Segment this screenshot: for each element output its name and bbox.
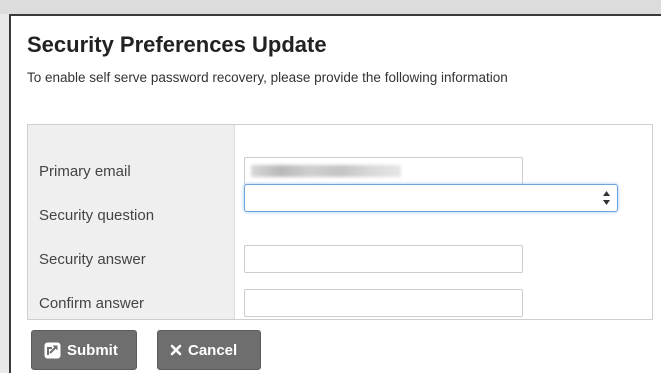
security-preferences-dialog: Security Preferences Update To enable se… <box>9 14 661 373</box>
confirm-answer-field[interactable] <box>244 289 523 317</box>
security-answer-label: Security answer <box>39 251 146 268</box>
redacted-email-value <box>251 165 401 177</box>
confirm-answer-label: Confirm answer <box>39 295 145 312</box>
dialog-subtitle: To enable self serve password recovery, … <box>27 70 508 85</box>
cancel-label: Cancel <box>188 341 238 359</box>
dialog-title: Security Preferences Update <box>27 32 327 57</box>
security-answer-field[interactable] <box>244 245 523 273</box>
external-link-square-icon <box>44 342 61 359</box>
security-question-select[interactable] <box>244 184 618 212</box>
close-icon <box>170 344 182 356</box>
security-form: Primary email Security question Security… <box>27 124 653 320</box>
cancel-button[interactable]: Cancel <box>157 330 261 370</box>
select-arrows-icon <box>603 191 610 205</box>
primary-email-field[interactable] <box>244 157 523 185</box>
background-window-strip <box>0 0 661 14</box>
submit-label: Submit <box>67 341 118 359</box>
primary-email-label: Primary email <box>39 163 131 180</box>
submit-button[interactable]: Submit <box>31 330 137 370</box>
security-question-label: Security question <box>39 207 155 224</box>
